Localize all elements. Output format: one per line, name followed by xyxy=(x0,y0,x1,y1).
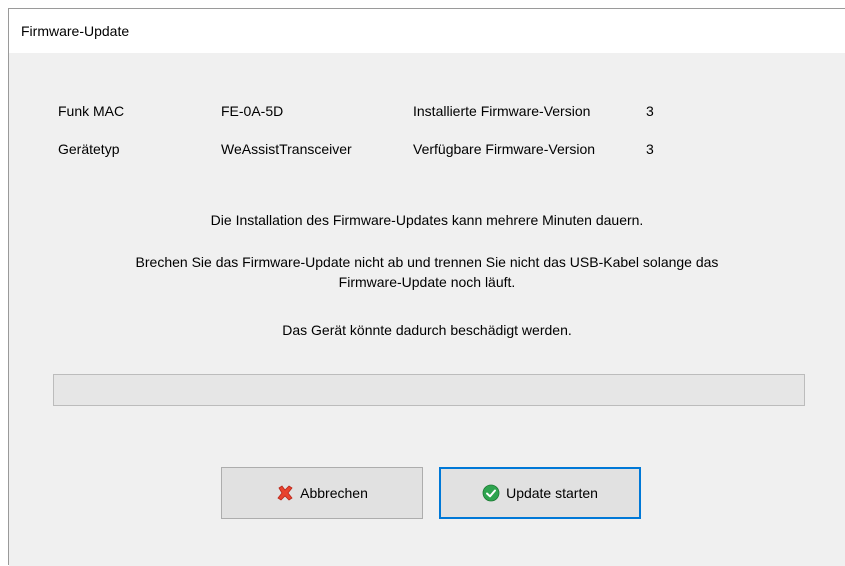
cancel-button-label: Abbrechen xyxy=(300,485,368,501)
title-bar: Firmware-Update xyxy=(9,9,845,53)
installed-version-value: 3 xyxy=(646,103,654,119)
device-type-label: Gerätetyp xyxy=(58,141,120,157)
firmware-update-window: Firmware-Update Funk MAC FE-0A-5D Instal… xyxy=(8,8,845,566)
installed-version-label: Installierte Firmware-Version xyxy=(413,103,591,119)
window-title: Firmware-Update xyxy=(21,23,130,39)
mac-value: FE-0A-5D xyxy=(221,103,284,119)
available-version-value: 3 xyxy=(646,141,654,157)
warning-message-line1: Brechen Sie das Firmware-Update nicht ab… xyxy=(135,254,719,270)
device-type-value: WeAssistTransceiver xyxy=(221,141,352,157)
cancel-button[interactable]: Abbrechen xyxy=(221,467,423,519)
green-check-icon xyxy=(482,484,500,502)
available-version-label: Verfügbare Firmware-Version xyxy=(413,141,596,157)
dialog-content: Funk MAC FE-0A-5D Installierte Firmware-… xyxy=(9,53,845,566)
warning-message-line2: Firmware-Update noch läuft. xyxy=(338,274,516,290)
red-x-icon xyxy=(276,484,294,502)
damage-message: Das Gerät könnte dadurch beschädigt werd… xyxy=(282,322,572,338)
progress-bar xyxy=(53,374,805,406)
start-update-button-label: Update starten xyxy=(506,485,598,501)
duration-message: Die Installation des Firmware-Updates ka… xyxy=(210,212,644,228)
start-update-button[interactable]: Update starten xyxy=(439,467,641,519)
mac-label: Funk MAC xyxy=(58,103,125,119)
